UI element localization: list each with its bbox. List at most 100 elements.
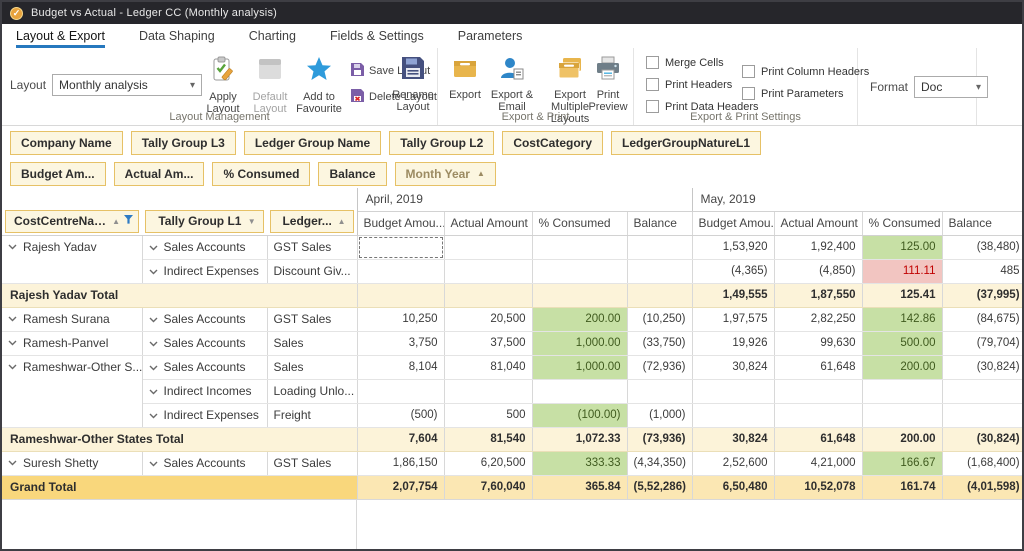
value-cell[interactable]: (84,675) bbox=[942, 307, 1024, 331]
checkbox-box-print-parameters[interactable] bbox=[742, 87, 755, 100]
measure-header-budget-amou[interactable]: Budget Amou... bbox=[692, 211, 774, 235]
expand-chevron-icon[interactable] bbox=[149, 384, 158, 398]
expand-chevron-icon[interactable] bbox=[149, 264, 158, 278]
value-cell[interactable]: (1,68,400) bbox=[942, 451, 1024, 475]
layout-select[interactable]: Monthly analysis ▾ bbox=[52, 74, 202, 96]
row-label-cell[interactable]: Rameshwar-Other S... bbox=[2, 355, 142, 427]
tab-parameters[interactable]: Parameters bbox=[458, 24, 523, 48]
value-cell[interactable]: 61,648 bbox=[774, 355, 862, 379]
value-cell[interactable] bbox=[532, 283, 627, 307]
value-cell[interactable]: 20,500 bbox=[444, 307, 532, 331]
value-cell[interactable]: 1,49,555 bbox=[692, 283, 774, 307]
measure-header-consumed[interactable]: % Consumed bbox=[532, 211, 627, 235]
value-cell[interactable]: (500) bbox=[357, 403, 444, 427]
value-cell[interactable] bbox=[532, 259, 627, 283]
column-group-header-may-2019[interactable]: May, 2019 bbox=[692, 188, 1024, 211]
value-cell[interactable]: 4,21,000 bbox=[774, 451, 862, 475]
value-cell[interactable]: 81,540 bbox=[444, 427, 532, 451]
value-cell[interactable] bbox=[627, 259, 692, 283]
row-label-cell[interactable]: Indirect Expenses bbox=[142, 403, 267, 427]
row-label-cell[interactable]: Sales Accounts bbox=[142, 331, 267, 355]
export-email-button[interactable]: Export & Email bbox=[488, 55, 536, 113]
apply-layout-button[interactable]: Apply Layout bbox=[200, 55, 246, 115]
row-label-cell[interactable]: GST Sales bbox=[267, 451, 357, 475]
value-cell[interactable]: 7,604 bbox=[357, 427, 444, 451]
value-cell[interactable]: 1,000.00 bbox=[532, 355, 627, 379]
field-chip-tally-group-l2[interactable]: Tally Group L2 bbox=[389, 131, 494, 155]
expand-chevron-icon[interactable] bbox=[8, 360, 17, 374]
tab-fields-settings[interactable]: Fields & Settings bbox=[330, 24, 424, 48]
checkbox-print-parameters[interactable]: Print Parameters bbox=[742, 87, 869, 100]
row-label-cell[interactable]: GST Sales bbox=[267, 235, 357, 259]
value-cell[interactable]: 200.00 bbox=[862, 427, 942, 451]
measure-header-consumed[interactable]: % Consumed bbox=[862, 211, 942, 235]
value-cell[interactable]: 161.74 bbox=[862, 475, 942, 499]
measure-header-budget-amou[interactable]: Budget Amou... bbox=[357, 211, 444, 235]
row-label-cell[interactable]: Indirect Incomes bbox=[142, 379, 267, 403]
row-label-cell[interactable]: Sales Accounts bbox=[142, 355, 267, 379]
row-label-cell[interactable]: Sales Accounts bbox=[142, 451, 267, 475]
value-cell[interactable]: 10,250 bbox=[357, 307, 444, 331]
row-label-cell[interactable]: Ramesh Surana bbox=[2, 307, 142, 331]
tab-layout-export[interactable]: Layout & Export bbox=[16, 24, 105, 48]
field-chip-actual-am[interactable]: Actual Am... bbox=[114, 162, 205, 186]
value-cell[interactable]: (38,480) bbox=[942, 235, 1024, 259]
value-cell[interactable]: (4,850) bbox=[774, 259, 862, 283]
value-cell[interactable]: 485 bbox=[942, 259, 1024, 283]
field-chip-tally-group-l3[interactable]: Tally Group L3 bbox=[131, 131, 236, 155]
row-label-cell[interactable]: Ramesh-Panvel bbox=[2, 331, 142, 355]
row-label-cell[interactable]: Freight bbox=[267, 403, 357, 427]
value-cell[interactable]: 365.84 bbox=[532, 475, 627, 499]
value-cell[interactable]: (37,995) bbox=[942, 283, 1024, 307]
value-cell[interactable] bbox=[692, 403, 774, 427]
expand-chevron-icon[interactable] bbox=[8, 312, 17, 326]
checkbox-print-column-headers[interactable]: Print Column Headers bbox=[742, 65, 869, 78]
expand-chevron-icon[interactable] bbox=[8, 336, 17, 350]
value-cell[interactable] bbox=[862, 403, 942, 427]
value-cell[interactable]: 1,87,550 bbox=[774, 283, 862, 307]
row-label-cell[interactable]: Sales Accounts bbox=[142, 307, 267, 331]
measure-header-actual-amount[interactable]: Actual Amount bbox=[444, 211, 532, 235]
row-label-cell[interactable]: Loading Unlo... bbox=[267, 379, 357, 403]
value-cell[interactable]: (4,34,350) bbox=[627, 451, 692, 475]
value-cell[interactable] bbox=[444, 235, 532, 259]
value-cell[interactable]: 1,92,400 bbox=[774, 235, 862, 259]
row-label-cell[interactable]: Rajesh Yadav bbox=[2, 235, 142, 283]
value-cell[interactable]: 2,07,754 bbox=[357, 475, 444, 499]
row-label-cell[interactable]: Suresh Shetty bbox=[2, 451, 142, 475]
value-cell[interactable]: 125.41 bbox=[862, 283, 942, 307]
row-label-cell[interactable]: Indirect Expenses bbox=[142, 259, 267, 283]
value-cell[interactable]: 30,824 bbox=[692, 355, 774, 379]
field-chip-month-year[interactable]: Month Year▲ bbox=[395, 162, 496, 186]
value-cell[interactable] bbox=[942, 379, 1024, 403]
tab-data-shaping[interactable]: Data Shaping bbox=[139, 24, 215, 48]
checkbox-box-merge-cells[interactable] bbox=[646, 56, 659, 69]
measure-header-actual-amount[interactable]: Actual Amount bbox=[774, 211, 862, 235]
value-cell[interactable]: 500.00 bbox=[862, 331, 942, 355]
value-cell[interactable]: (100.00) bbox=[532, 403, 627, 427]
rename-layout-button[interactable]: Rename Layout bbox=[390, 55, 436, 113]
value-cell[interactable] bbox=[357, 283, 444, 307]
value-cell[interactable] bbox=[357, 259, 444, 283]
row-label-cell[interactable]: Discount Giv... bbox=[267, 259, 357, 283]
value-cell[interactable]: 111.11 bbox=[862, 259, 942, 283]
expand-chevron-icon[interactable] bbox=[8, 456, 17, 470]
value-cell[interactable] bbox=[627, 379, 692, 403]
value-cell[interactable]: (1,000) bbox=[627, 403, 692, 427]
print-preview-button[interactable]: Print Preview bbox=[584, 55, 632, 113]
value-cell[interactable]: 8,104 bbox=[357, 355, 444, 379]
checkbox-box-print-headers[interactable] bbox=[646, 78, 659, 91]
value-cell[interactable] bbox=[532, 379, 627, 403]
value-cell[interactable]: 1,072.33 bbox=[532, 427, 627, 451]
expand-chevron-icon[interactable] bbox=[149, 360, 158, 374]
value-cell[interactable]: 200.00 bbox=[532, 307, 627, 331]
value-cell[interactable] bbox=[627, 235, 692, 259]
value-cell[interactable] bbox=[774, 403, 862, 427]
expand-chevron-icon[interactable] bbox=[8, 240, 17, 254]
row-field-chip-ledger[interactable]: Ledger...▲ bbox=[270, 210, 354, 233]
field-chip-ledger-group-name[interactable]: Ledger Group Name bbox=[244, 131, 381, 155]
row-field-chip-tally-group-l1[interactable]: Tally Group L1▼ bbox=[145, 210, 264, 233]
value-cell[interactable]: (30,824) bbox=[942, 355, 1024, 379]
value-cell[interactable]: 142.86 bbox=[862, 307, 942, 331]
value-cell[interactable]: 3,750 bbox=[357, 331, 444, 355]
